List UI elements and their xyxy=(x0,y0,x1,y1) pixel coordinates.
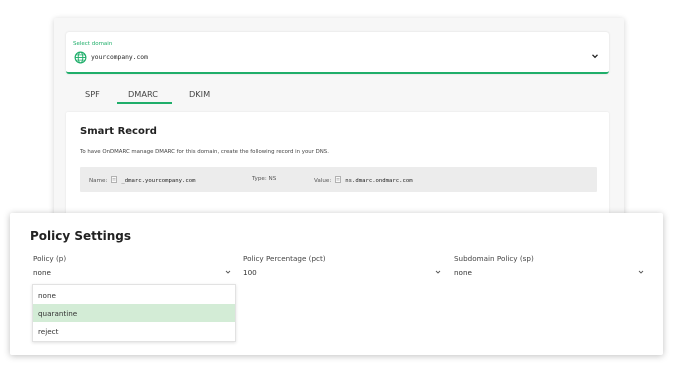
smart-record-panel: Smart Record To have OnDMARC manage DMAR… xyxy=(66,112,609,216)
record-type-label: Type: xyxy=(252,176,267,182)
subdomain-policy-label: Subdomain Policy (sp) xyxy=(454,254,534,263)
subdomain-policy-select[interactable]: Subdomain Policy (sp) none xyxy=(454,254,644,282)
domain-select-value: yourcompany.com xyxy=(91,54,148,61)
record-type: Type: NS xyxy=(252,176,276,182)
smart-record-title: Smart Record xyxy=(80,126,157,137)
policy-label: Policy (p) xyxy=(33,254,67,263)
subdomain-policy-value: none xyxy=(454,268,472,277)
record-type-value: NS xyxy=(268,176,277,182)
copy-icon[interactable] xyxy=(111,176,118,183)
record-name: Name: _dmarc.yourcompany.com xyxy=(89,176,195,184)
record-value-label: Value: xyxy=(314,178,332,184)
dropdown-option-reject[interactable]: reject xyxy=(33,322,235,340)
domain-select[interactable]: Select domain yourcompany.com xyxy=(66,32,609,74)
tab-spf[interactable]: SPF xyxy=(85,89,100,99)
chevron-down-icon[interactable] xyxy=(435,269,441,275)
active-tab-indicator xyxy=(117,102,172,104)
policy-percentage-label: Policy Percentage (pct) xyxy=(243,254,326,263)
policy-settings-title: Policy Settings xyxy=(30,229,132,243)
policy-percentage-value: 100 xyxy=(243,268,257,277)
record-value-value: ns.dmarc.ondmarc.com xyxy=(345,178,413,184)
chevron-down-icon[interactable] xyxy=(591,52,599,60)
policy-value: none xyxy=(33,268,51,277)
policy-settings-card: Policy Settings Policy (p) none Policy P… xyxy=(10,213,663,355)
dropdown-option-quarantine[interactable]: quarantine xyxy=(33,304,235,322)
policy-dropdown-menu: none quarantine reject xyxy=(32,284,236,342)
domain-select-label: Select domain xyxy=(73,41,113,47)
tab-dmarc[interactable]: DMARC xyxy=(128,89,158,99)
record-name-value: _dmarc.yourcompany.com xyxy=(121,178,196,184)
record-value: Value: ns.dmarc.ondmarc.com xyxy=(314,176,413,184)
record-name-label: Name: xyxy=(89,178,108,184)
domain-record-card: Select domain yourcompany.com SPF DMARC … xyxy=(54,18,624,218)
dns-record-bar: Name: _dmarc.yourcompany.com Type: NS Val… xyxy=(80,167,597,192)
policy-percentage-select[interactable]: Policy Percentage (pct) 100 xyxy=(243,254,441,282)
policy-select[interactable]: Policy (p) none xyxy=(33,254,231,282)
copy-icon[interactable] xyxy=(335,176,342,183)
dropdown-option-none[interactable]: none xyxy=(33,286,235,304)
globe-icon xyxy=(74,51,87,64)
tab-dkim[interactable]: DKIM xyxy=(189,89,210,99)
chevron-down-icon[interactable] xyxy=(225,269,231,275)
chevron-down-icon[interactable] xyxy=(638,269,644,275)
smart-record-description: To have OnDMARC manage DMARC for this do… xyxy=(80,149,329,155)
